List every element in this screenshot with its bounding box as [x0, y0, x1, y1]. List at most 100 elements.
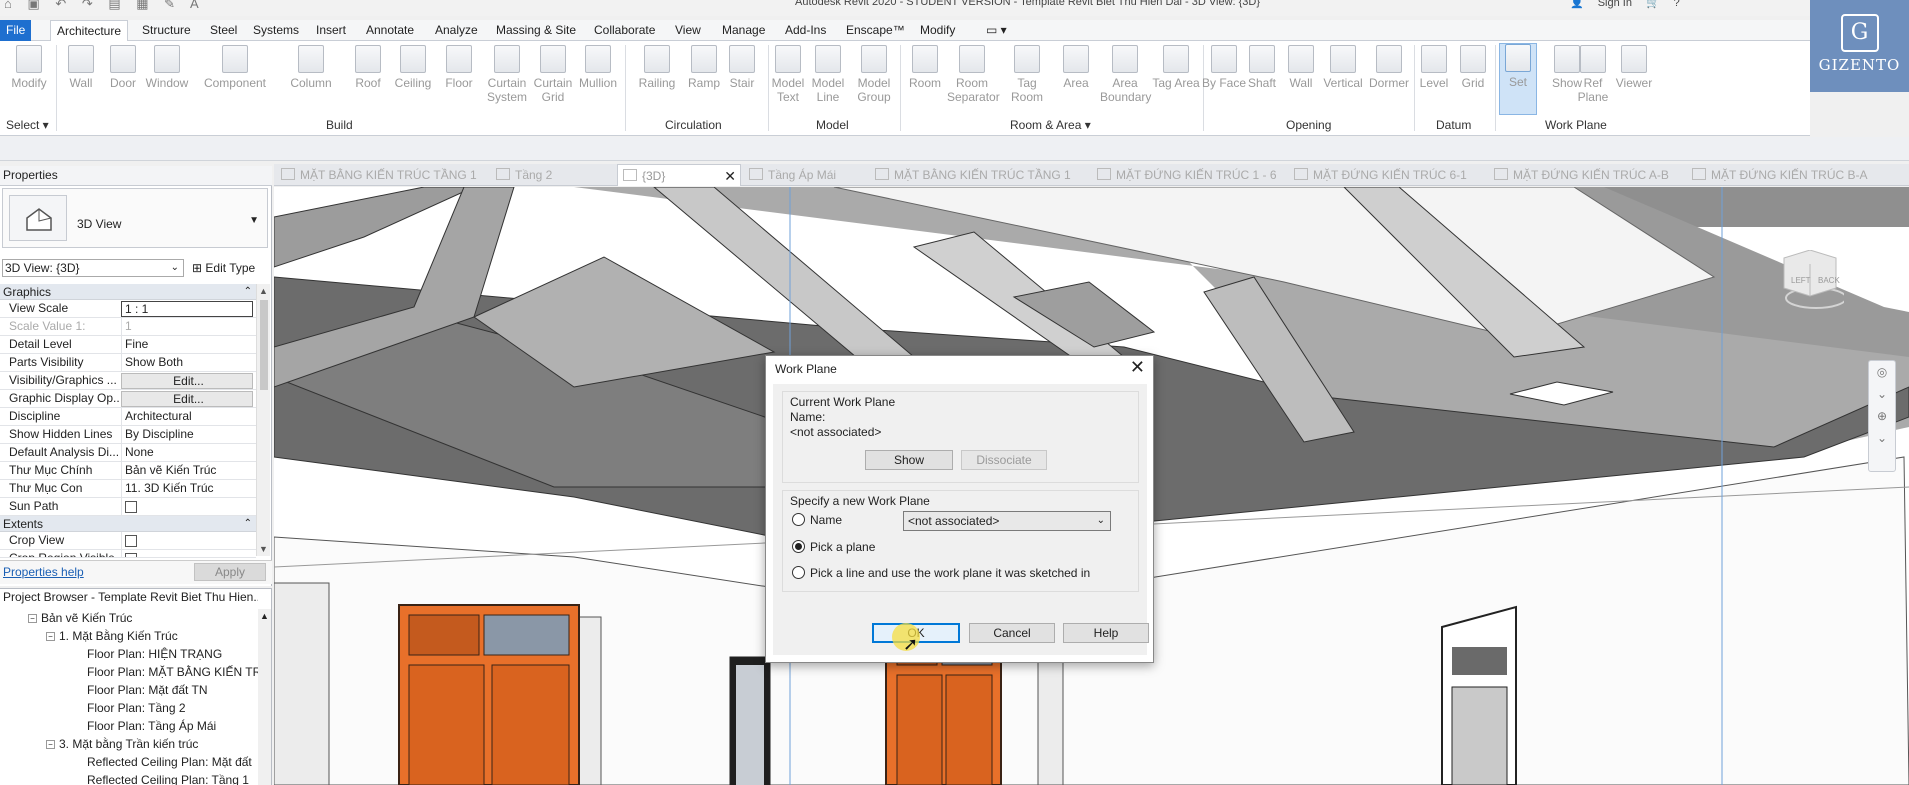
viewer-button[interactable]: Viewer [1609, 45, 1659, 90]
close-icon[interactable]: ✕ [1130, 357, 1145, 378]
room-separator-button[interactable]: Room Separator [947, 45, 1000, 104]
property-row[interactable]: Discipline Architectural [0, 408, 256, 426]
property-row[interactable]: Show Hidden Lines By Discipline [0, 426, 256, 444]
view-tab[interactable]: MẶT BẰNG KIẾN TRÚC TẦNG 1 [870, 164, 1071, 186]
tree-node[interactable]: Floor Plan: Mặt đất TN [0, 681, 258, 699]
panel-select[interactable]: Select ▾ [6, 118, 49, 132]
property-row[interactable]: Graphic Display Op... Edit... [0, 390, 256, 408]
tag-room-button[interactable]: Tag Room [1002, 45, 1052, 104]
property-row[interactable]: Parts Visibility Show Both [0, 354, 256, 372]
property-row[interactable]: Thư Mục Con 11. 3D Kiến Trúc [0, 480, 256, 498]
vertical-button[interactable]: Vertical [1318, 45, 1368, 90]
area-button[interactable]: Area [1051, 45, 1101, 90]
cart-icon[interactable]: 🛒 [1646, 0, 1660, 9]
category-extents[interactable]: Extents ⌃ [0, 516, 256, 532]
property-value[interactable]: 1 : 1 [121, 301, 253, 317]
floor-button[interactable]: Floor [434, 45, 484, 90]
view-tab[interactable]: MẶT ĐỨNG KIẾN TRÚC A-B [1489, 164, 1669, 186]
grid-button[interactable]: Grid [1448, 45, 1498, 90]
room-button[interactable]: Room [900, 45, 950, 90]
property-value[interactable]: None [121, 444, 253, 461]
stair-button[interactable]: Stair [717, 45, 767, 90]
scroll-down-icon[interactable]: ▼ [259, 544, 268, 554]
column-button[interactable]: Column [286, 45, 336, 90]
view-tab-active[interactable]: {3D} ✕ [617, 164, 741, 186]
collapse-icon[interactable]: ⌃ [244, 516, 252, 532]
edit-type-button[interactable]: ⊞ Edit Type [192, 258, 255, 278]
zoom-region-icon[interactable]: ⊕ [1869, 405, 1895, 427]
dormer-button[interactable]: Dormer [1364, 45, 1414, 90]
type-selector[interactable]: 3D View ▼ [2, 188, 268, 248]
property-row[interactable]: Crop View [0, 532, 256, 550]
checkbox[interactable] [125, 500, 137, 513]
tree-node[interactable]: Floor Plan: Tầng Áp Mái [0, 717, 258, 735]
collapse-toggle-icon[interactable]: − [46, 632, 55, 642]
property-row[interactable]: Thư Mục Chính Bản vẽ Kiến Trúc [0, 462, 256, 480]
view-tab[interactable]: Tầng 2 [491, 164, 581, 186]
set-button[interactable]: Set [1499, 43, 1537, 115]
modify-button[interactable]: Modify [4, 45, 54, 90]
model-line-button[interactable]: Model Line [803, 45, 853, 104]
door-button[interactable]: Door [98, 45, 148, 90]
edit-button[interactable]: Edit... [121, 391, 253, 407]
pick-plane-radio[interactable] [792, 540, 805, 553]
component-button[interactable]: Component [200, 45, 270, 90]
tab-collaborate[interactable]: Collaborate [588, 20, 661, 41]
roof-button[interactable]: Roof [343, 45, 393, 90]
tab-architecture[interactable]: Architecture [50, 20, 129, 42]
tab-annotate[interactable]: Annotate [360, 20, 420, 41]
railing-button[interactable]: Railing [632, 45, 682, 90]
tree-node[interactable]: −1. Mặt Bằng Kiến Trúc [0, 627, 258, 645]
property-value[interactable]: Show Both [121, 354, 253, 371]
tab-enscape[interactable]: Enscape™ [840, 20, 911, 41]
apply-button[interactable]: Apply [194, 563, 266, 581]
viewcube-left-face[interactable]: LEFT [1791, 276, 1811, 285]
show-button[interactable]: Show [865, 450, 953, 470]
sun-path-checkbox[interactable] [121, 498, 253, 515]
tab-steel[interactable]: Steel [204, 20, 243, 41]
scroll-up-icon[interactable]: ▲ [260, 611, 269, 621]
nav-dropdown-icon[interactable]: ⌄ [1869, 427, 1895, 449]
chevron-down-icon[interactable]: ▼ [249, 215, 259, 226]
help-button[interactable]: Help [1063, 623, 1149, 643]
property-row[interactable]: Visibility/Graphics ... Edit... [0, 372, 256, 390]
tab-analyze[interactable]: Analyze [429, 20, 484, 41]
browser-scrollbar[interactable]: ▲ [258, 609, 271, 785]
nav-dropdown-icon[interactable]: ⌄ [1869, 383, 1895, 405]
tab-view[interactable]: View [669, 20, 707, 41]
scroll-up-icon[interactable]: ▲ [259, 286, 268, 296]
curtain-grid-button[interactable]: Curtain Grid [528, 45, 578, 104]
curtain-system-button[interactable]: Curtain System [482, 45, 532, 104]
model-group-button[interactable]: Model Group [849, 45, 899, 104]
tab-overflow[interactable]: ▭ ▾ [980, 20, 1013, 41]
collapse-toggle-icon[interactable]: − [28, 614, 37, 624]
property-value[interactable]: By Discipline [121, 426, 253, 443]
tree-node[interactable]: Floor Plan: MẶT BẰNG KIẾN TRÚC [0, 663, 258, 681]
panel-room-area[interactable]: Room & Area ▾ [1010, 118, 1091, 132]
viewcube-back-face[interactable]: BACK [1818, 276, 1840, 285]
name-select[interactable]: <not associated> ⌄ [903, 511, 1111, 531]
pick-line-radio[interactable] [792, 566, 805, 579]
instance-selector[interactable]: 3D View: {3D} ⌄ [2, 259, 184, 277]
crop-region-checkbox[interactable] [121, 550, 253, 557]
sign-in-link[interactable]: Sign In [1598, 0, 1632, 9]
property-row[interactable]: Crop Region Visible [0, 550, 256, 558]
tab-insert[interactable]: Insert [310, 20, 352, 41]
scroll-thumb[interactable] [260, 300, 268, 390]
close-icon[interactable]: ✕ [724, 165, 736, 187]
mullion-button[interactable]: Mullion [573, 45, 623, 90]
tree-node[interactable]: Reflected Ceiling Plan: Mặt đất [0, 753, 258, 771]
property-row[interactable]: Default Analysis Di... None [0, 444, 256, 462]
tree-node[interactable]: Floor Plan: Tầng 2 [0, 699, 258, 717]
full-navigation-wheel-icon[interactable]: ◎ [1869, 361, 1895, 383]
tree-node[interactable]: Floor Plan: HIỆN TRẠNG [0, 645, 258, 663]
property-row[interactable]: Detail Level Fine [0, 336, 256, 354]
user-icon[interactable]: 👤 [1570, 0, 1584, 9]
tab-massing-site[interactable]: Massing & Site [490, 20, 582, 41]
tab-add-ins[interactable]: Add-Ins [779, 20, 832, 41]
tree-node[interactable]: Reflected Ceiling Plan: Tầng 1 [0, 771, 258, 785]
window-button[interactable]: Window [142, 45, 192, 90]
view-tab[interactable]: MẶT BẰNG KIẾN TRÚC TẦNG 1 [276, 164, 477, 186]
view-tab[interactable]: MẶT ĐỨNG KIẾN TRÚC 6-1 [1289, 164, 1467, 186]
quick-access-toolbar[interactable]: ⌂ ▣ ↶ ↷ ▤ ▦ ✎ A [4, 0, 205, 12]
